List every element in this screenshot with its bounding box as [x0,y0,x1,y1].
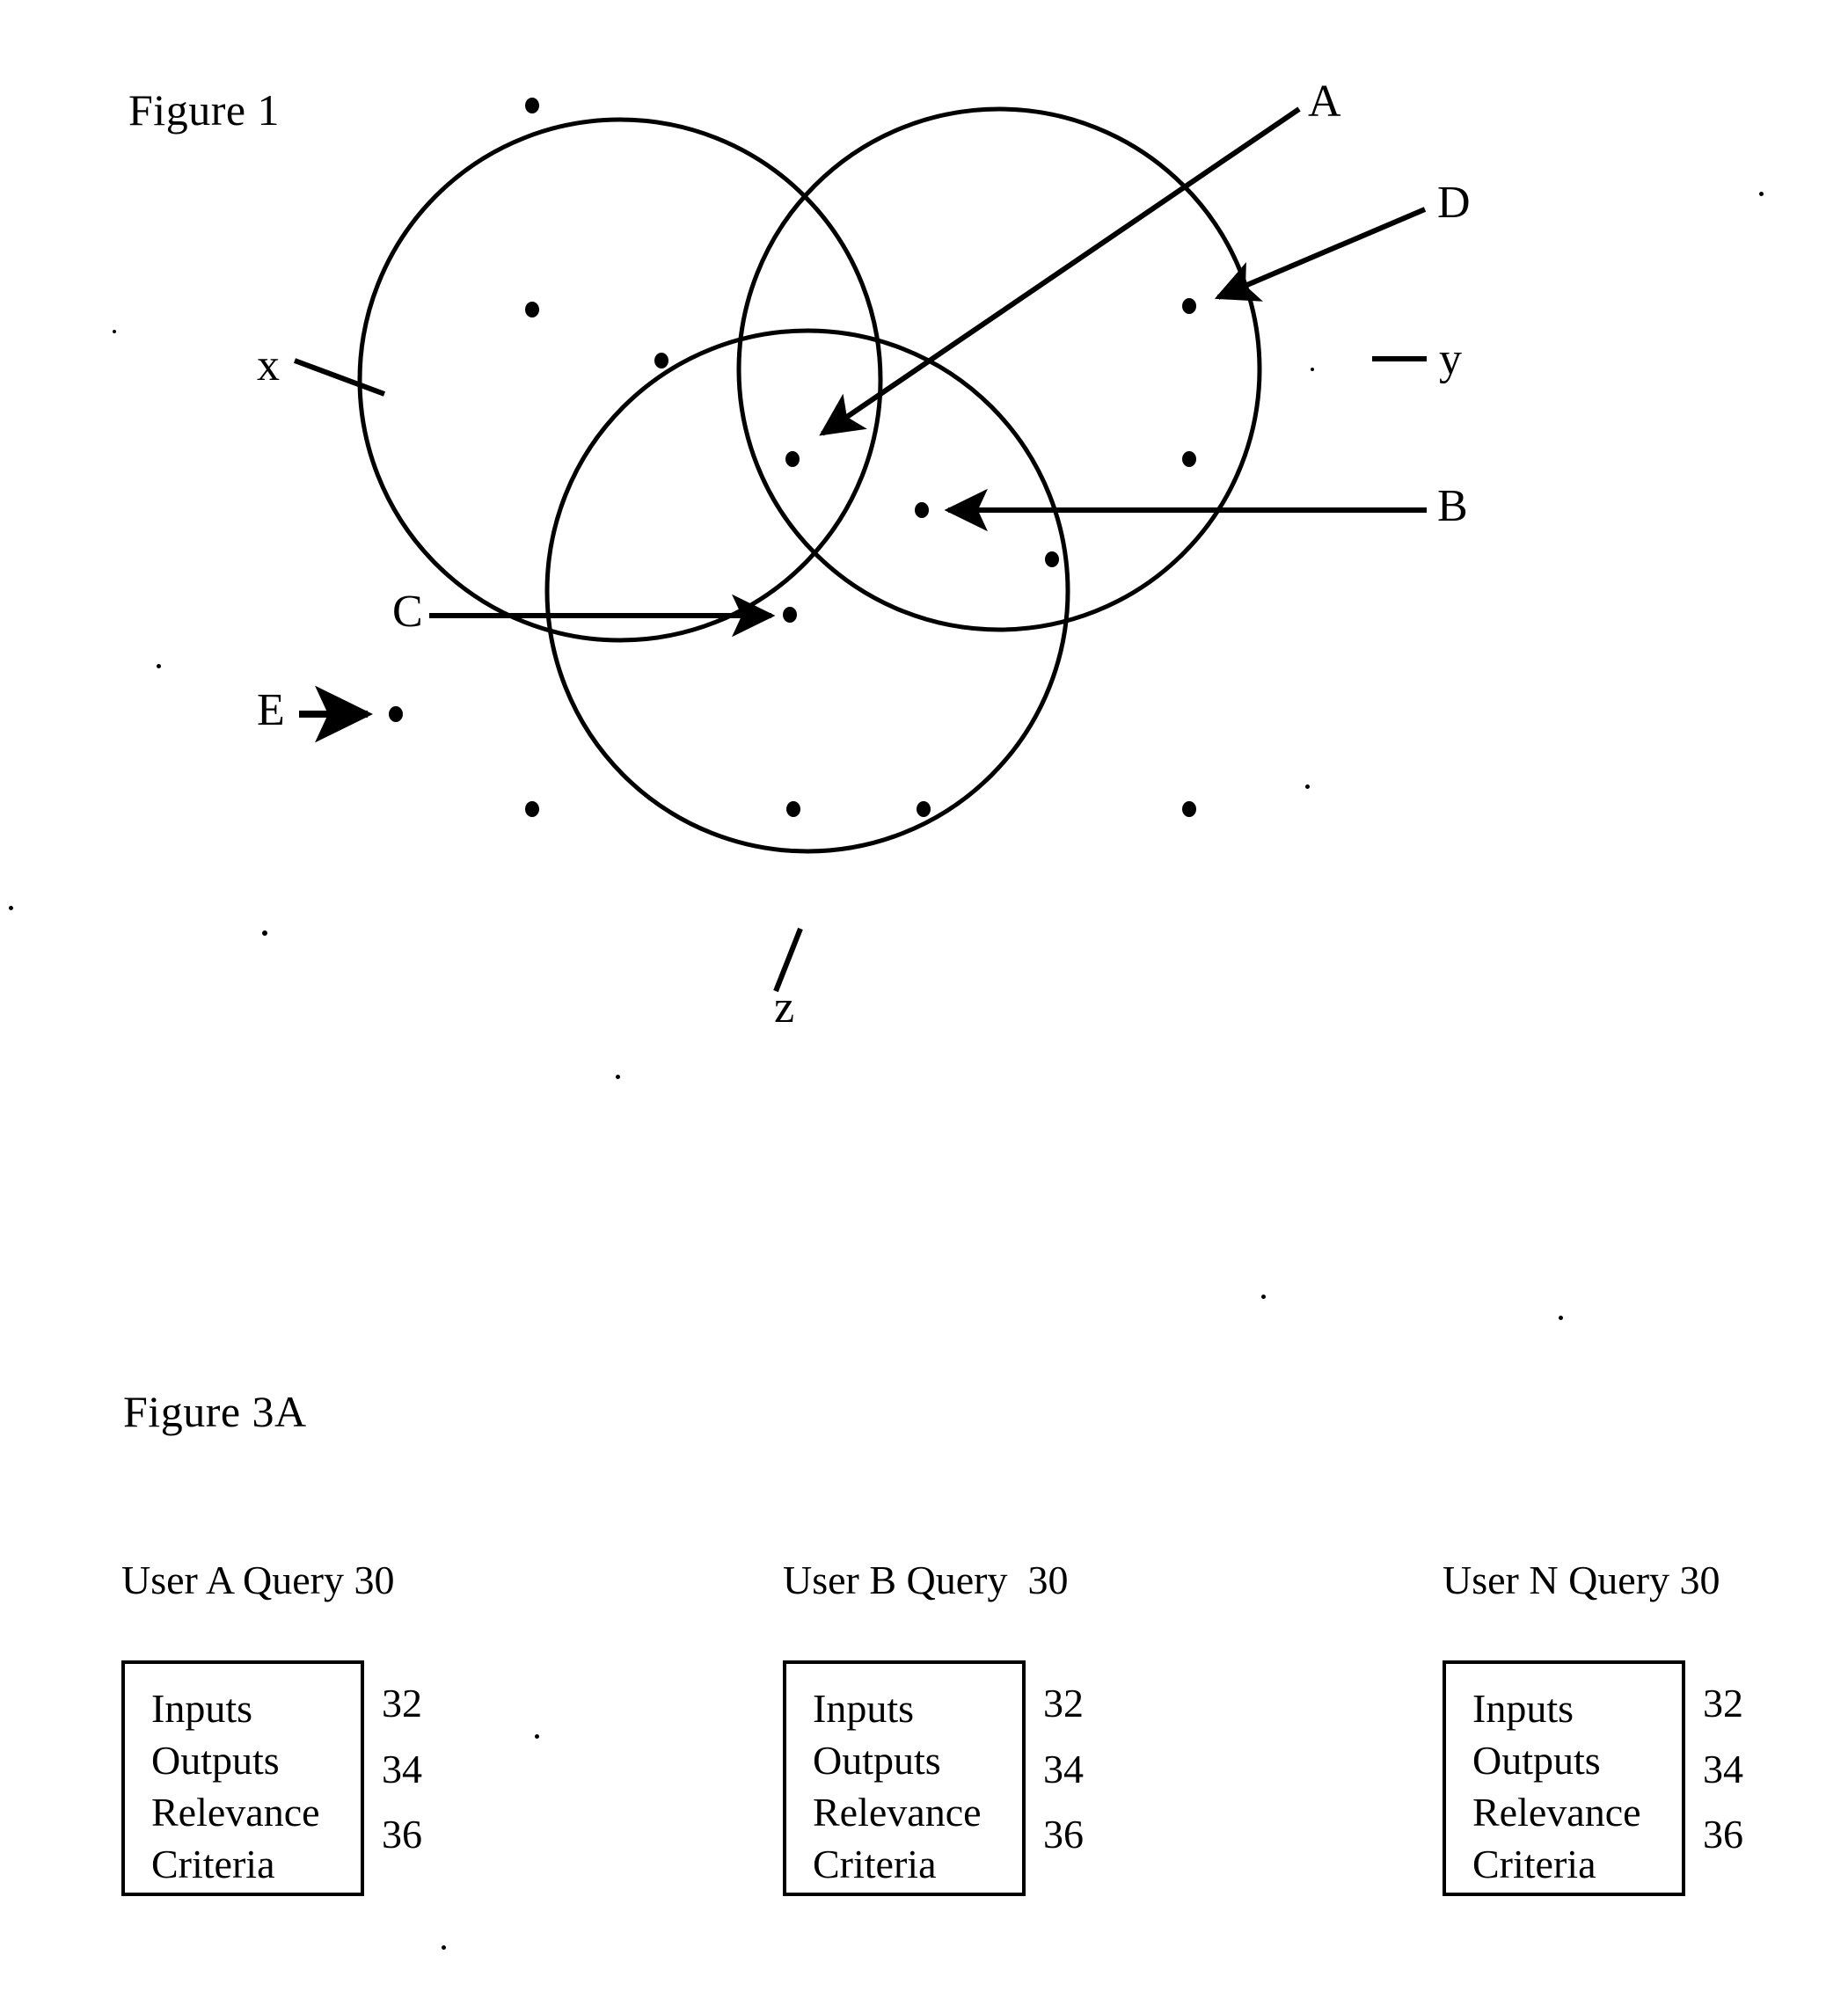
query-heading: User N Query 30 [1443,1558,1720,1602]
venn-point [389,706,403,722]
venn-callout-label-B: B [1437,481,1468,531]
venn-point [1182,451,1196,467]
reference-numeral: 34 [1043,1746,1084,1791]
scan-speck [1305,784,1310,789]
venn-point [525,801,539,817]
scan-speck [1759,192,1764,196]
callout-arrow-A [819,106,1301,436]
venn-circle-z [544,328,1070,854]
query-box: Inputs Outputs Relevance Criteria [783,1660,1026,1896]
query-heading: User A Query 30 [121,1558,395,1602]
query-heading: User B Query 30 [783,1558,1069,1602]
reference-numeral: 32 [382,1681,422,1725]
figure-1-venn-diagram [293,98,1427,993]
scan-speck [157,664,161,668]
venn-callout-label-C: C [392,587,423,637]
venn-point [786,801,800,817]
venn-set-label-x: x [257,340,280,390]
scan-speck [113,330,116,333]
venn-callout-label-A: A [1308,77,1341,127]
query-reference-numerals: 32 34 36 [1703,1671,1743,1868]
venn-set-label-y: y [1439,334,1462,384]
scan-speck [1261,1295,1266,1299]
scan-speck [442,1945,446,1950]
venn-point [525,98,539,113]
callout-arrow-D [1214,207,1427,302]
reference-numeral: 32 [1043,1681,1084,1725]
query-box-line: Outputs [151,1737,280,1783]
venn-set-label-z: z [774,982,795,1032]
query-box-line: Inputs [813,1686,914,1731]
query-reference-numerals: 32 34 36 [382,1671,422,1868]
query-box-line: Criteria [151,1841,275,1886]
reference-numeral: 32 [1703,1681,1743,1725]
venn-callout-label-D: D [1437,178,1471,228]
reference-numeral: 36 [1703,1812,1743,1857]
scan-speck [262,930,267,936]
reference-numeral: 36 [1043,1812,1084,1857]
query-box-line: Criteria [1472,1841,1596,1886]
scan-speck [616,1075,620,1079]
venn-point [915,502,929,518]
venn-point [917,801,931,817]
query-box-line: Criteria [813,1841,937,1886]
query-box-line: Outputs [813,1737,941,1783]
venn-point [1045,551,1059,567]
venn-point [525,302,539,317]
query-box-line: Relevance [813,1789,982,1835]
query-box-line: Inputs [1472,1686,1574,1731]
venn-point [654,353,668,368]
query-box-line: Relevance [151,1789,320,1835]
scan-speck [1559,1316,1563,1320]
reference-numeral: 36 [382,1812,422,1857]
query-box: Inputs Outputs Relevance Criteria [121,1660,364,1896]
reference-numeral: 34 [382,1746,422,1791]
query-box: Inputs Outputs Relevance Criteria [1443,1660,1685,1896]
leader-line-x [293,358,386,397]
query-box-line: Relevance [1472,1789,1641,1835]
query-reference-numerals: 32 34 36 [1043,1671,1084,1868]
venn-point [785,451,800,467]
query-box-line: Outputs [1472,1737,1601,1783]
scan-speck [1311,368,1314,371]
venn-point [783,607,797,623]
scan-speck [9,906,13,910]
venn-callout-label-E: E [257,685,285,735]
venn-point-markers [389,98,1196,817]
scan-speck [535,1734,539,1739]
venn-point [1182,298,1196,314]
reference-numeral: 34 [1703,1746,1743,1791]
query-box-line: Inputs [151,1686,252,1731]
figure-3a-title: Figure 3A [123,1387,307,1436]
venn-point [1182,801,1196,817]
patent-figure-page: Figure 1 x y z A B C D E Figure 3A User … [0,0,1848,1999]
